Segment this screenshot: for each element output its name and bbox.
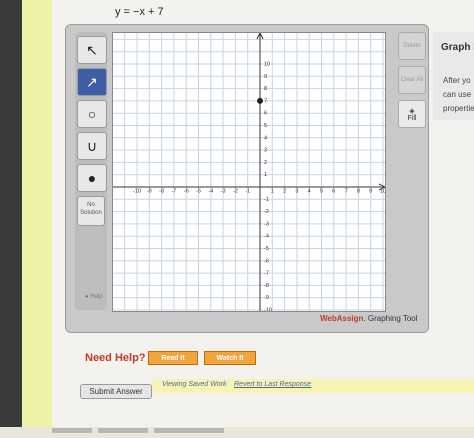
- webassign-brand: WebAssign. Graphing Tool: [320, 314, 418, 323]
- x-tick-label: -2: [233, 188, 238, 194]
- x-tick-label: 5: [320, 188, 323, 194]
- help-card-line: can use: [443, 90, 472, 99]
- parabola-tool-button[interactable]: ∪: [77, 132, 107, 160]
- x-tick-label: 4: [308, 188, 311, 194]
- fill-button[interactable]: ◈ Fill: [398, 100, 426, 128]
- x-tick-label: 10: [380, 188, 385, 194]
- x-tick-label: 6: [332, 188, 335, 194]
- delete-label: Delete: [403, 43, 421, 49]
- y-tick-label: 7: [264, 98, 267, 104]
- delete-button[interactable]: Delete: [398, 32, 426, 60]
- x-tick-label: -4: [208, 188, 213, 194]
- footer-block: [154, 428, 224, 433]
- x-tick-label: -1: [245, 188, 250, 194]
- fill-label: Fill: [407, 114, 417, 122]
- help-card-title: Graph L: [441, 42, 474, 53]
- footer-block: [52, 428, 92, 433]
- y-tick-label: 10: [264, 61, 270, 67]
- point-tool-button[interactable]: ●: [77, 164, 107, 192]
- pointer-icon: ↖: [86, 41, 98, 58]
- y-tick-label: -1: [264, 197, 269, 203]
- brand-name: WebAssign: [320, 314, 364, 323]
- question-stripe: [22, 0, 52, 427]
- help-link[interactable]: ● Help: [85, 294, 103, 300]
- coordinate-grid[interactable]: -10 -9 -8 -7 -6 -5 -4 -3 -2 -1 1 2 3 4 5 6 7 8 9 1010987654…: [113, 31, 387, 313]
- help-card-line: propertie: [443, 104, 474, 113]
- y-tick-label: -10: [264, 307, 272, 311]
- y-tick-label: -9: [264, 295, 269, 301]
- x-tick-label: -3: [221, 188, 226, 194]
- help-card-text: After yo can use propertie: [443, 74, 474, 116]
- x-tick-label: 8: [357, 188, 360, 194]
- brand-suffix: . Graphing Tool: [363, 314, 418, 323]
- need-help-label: Need Help?: [85, 352, 146, 364]
- x-tick-label: -6: [184, 188, 189, 194]
- x-tick-label: -7: [171, 188, 176, 194]
- y-tick-label: -8: [264, 283, 269, 289]
- saved-status-text: Viewing Saved Work: [162, 381, 227, 388]
- line-icon: ↗: [86, 73, 98, 90]
- y-tick-label: -7: [264, 271, 269, 277]
- saved-work-bar: Viewing Saved Work Revert to Last Respon…: [152, 379, 474, 393]
- graph-side-buttons: Delete Clear All ◈ Fill: [398, 32, 426, 132]
- x-tick-label: 3: [295, 188, 298, 194]
- x-tick-label: 9: [369, 188, 372, 194]
- x-tick-label: 7: [345, 188, 348, 194]
- x-tick-label: -5: [196, 188, 201, 194]
- revert-link[interactable]: Revert to Last Response: [234, 381, 311, 388]
- no-solution-button[interactable]: No Solution: [77, 196, 105, 226]
- equation-label: y = −x + 7: [115, 6, 164, 18]
- graph-help-card: Graph L After yo can use propertie: [433, 32, 474, 120]
- clear-all-button[interactable]: Clear All: [398, 66, 426, 94]
- screen-bezel: [0, 0, 22, 427]
- clear-label: Clear All: [400, 77, 424, 83]
- y-tick-label: -6: [264, 258, 269, 264]
- circle-tool-button[interactable]: ○: [77, 100, 107, 128]
- submit-answer-button[interactable]: Submit Answer: [80, 384, 152, 399]
- y-tick-label: -5: [264, 246, 269, 252]
- y-tick-label: -2: [264, 209, 269, 215]
- y-tick-label: 9: [264, 74, 267, 80]
- x-tick-label: -10: [133, 188, 141, 194]
- x-tick-label: -9: [147, 188, 152, 194]
- y-tick-label: 4: [264, 135, 267, 141]
- y-tick-label: -3: [264, 221, 269, 227]
- x-tick-label: 2: [283, 188, 286, 194]
- parabola-icon: ∪: [86, 137, 98, 154]
- graph-toolbar: ↖ ↗ ○ ∪ ● No Solution ● Help: [75, 32, 107, 310]
- plotted-point: [257, 97, 263, 104]
- line-tool-button[interactable]: ↗: [77, 68, 107, 96]
- circle-icon: ○: [87, 106, 97, 122]
- fill-icon: ◈: [409, 107, 415, 115]
- y-tick-label: 2: [264, 160, 267, 166]
- footer-block: [98, 428, 148, 433]
- y-tick-label: 5: [264, 123, 267, 129]
- help-label: Help: [90, 294, 103, 300]
- help-card-line: After yo: [443, 76, 471, 85]
- x-tick-label: 1: [271, 188, 274, 194]
- point-icon: ●: [87, 170, 97, 186]
- x-tick-label: -8: [159, 188, 164, 194]
- y-tick-label: 1: [264, 172, 267, 178]
- pointer-tool-button[interactable]: ↖: [77, 36, 107, 64]
- read-it-button[interactable]: Read It: [148, 351, 198, 365]
- y-tick-label: -4: [264, 234, 269, 240]
- watch-it-button[interactable]: Watch It: [204, 351, 256, 365]
- y-tick-label: 6: [264, 111, 267, 117]
- page-footer-fragment: [52, 420, 352, 433]
- graph-canvas[interactable]: -10 -9 -8 -7 -6 -5 -4 -3 -2 -1 1 2 3 4 5 6 7 8 9 10 10 9 8 7 6 5 4…: [112, 31, 387, 313]
- y-tick-label: 3: [264, 148, 267, 154]
- y-tick-label: 8: [264, 86, 267, 92]
